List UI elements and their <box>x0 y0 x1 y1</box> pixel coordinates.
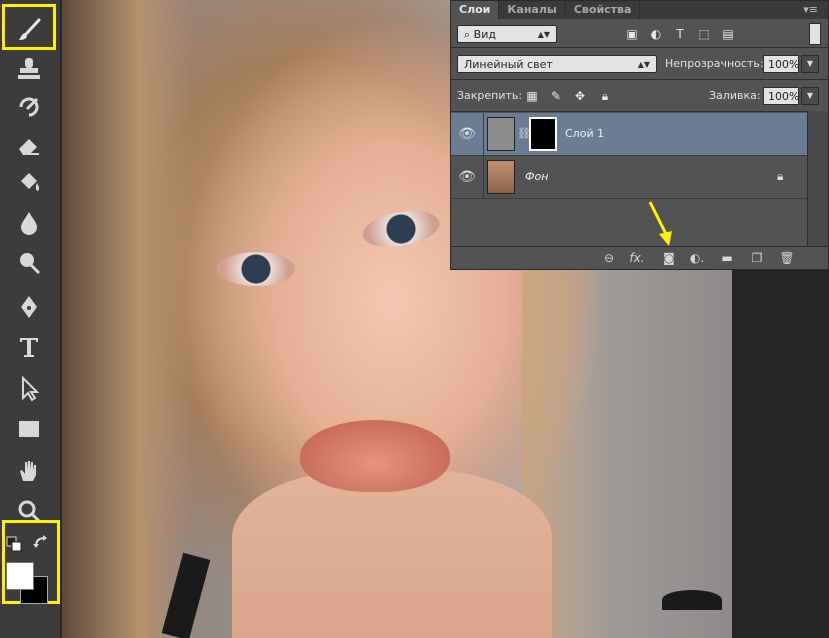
eye-icon[interactable]: 👁︎ <box>451 113 484 155</box>
tools-panel <box>0 0 62 638</box>
opacity-dropdown[interactable]: ▼ <box>801 55 819 73</box>
path-select-icon[interactable] <box>8 372 50 406</box>
swap-colors-icon[interactable] <box>32 534 50 552</box>
layers-footer: ⊖ fx. ◙ ◐. ▬ ❐ 🗑︎ <box>451 246 828 269</box>
search-icon: ⌕ <box>464 28 474 41</box>
panel-tabs: Слои Каналы Свойства ▾≡ <box>451 1 828 19</box>
trash-icon[interactable]: 🗑︎ <box>777 249 797 267</box>
blur-icon[interactable] <box>8 206 50 240</box>
layer-thumbnail <box>487 160 515 194</box>
filter-smart-object-icon[interactable]: ▤ <box>719 25 737 43</box>
lock-transparency-icon[interactable]: ▦ <box>523 87 541 105</box>
lock-icon: 🔒︎ <box>777 169 784 183</box>
filter-adjustment-icon[interactable]: ◐ <box>647 25 665 43</box>
layer-name[interactable]: Фон <box>525 156 548 198</box>
fill-label: Заливка: <box>709 89 761 102</box>
filter-type-icon[interactable]: T <box>671 25 689 43</box>
blend-mode-value: Линейный свет <box>464 58 553 71</box>
eraser-icon[interactable] <box>8 128 50 162</box>
photo-eye-left <box>217 252 295 286</box>
scrollbar[interactable] <box>807 111 828 249</box>
lock-position-icon[interactable]: ✥ <box>571 87 589 105</box>
lock-pixels-icon[interactable]: ✎ <box>547 87 565 105</box>
dodge-icon[interactable] <box>8 246 50 280</box>
type-icon[interactable] <box>8 330 50 364</box>
lock-label: Закрепить: <box>457 89 523 102</box>
link-icon[interactable]: ⊖ <box>599 249 619 267</box>
photo-strap-right <box>662 590 722 610</box>
photo-eye-right <box>359 205 443 253</box>
blend-mode-select[interactable]: Линейный свет ▲▼ <box>457 55 657 73</box>
layers-panel: Слои Каналы Свойства ▾≡ ⌕ Вид ▲▼ ▣ ◐ T ⬚… <box>450 0 829 270</box>
panel-menu-icon[interactable]: ▾≡ <box>803 3 818 16</box>
layer-thumbnail <box>487 117 515 151</box>
add-mask-icon[interactable]: ◙ <box>659 249 679 267</box>
workspace-background <box>732 270 829 638</box>
annotation-arrow-icon <box>648 201 672 246</box>
foreground-color-swatch[interactable] <box>6 562 34 590</box>
filter-toggle[interactable] <box>809 23 821 45</box>
opacity-input[interactable]: 100% <box>763 55 799 73</box>
layer-filter-value: Вид <box>473 28 496 41</box>
updown-icon: ▲▼ <box>537 30 550 39</box>
clone-stamp-icon[interactable] <box>8 52 50 86</box>
layer-row-layer1[interactable]: 👁︎ ⛓︎ Слой 1 <box>451 113 809 156</box>
layer-mask-thumbnail[interactable] <box>529 117 557 151</box>
paint-bucket-icon[interactable] <box>8 166 50 200</box>
fill-input[interactable]: 100% <box>763 87 799 105</box>
fill-dropdown[interactable]: ▼ <box>801 87 819 105</box>
divider <box>451 47 828 48</box>
tab-layers[interactable]: Слои <box>451 1 500 19</box>
layer-name[interactable]: Слой 1 <box>565 113 604 155</box>
opacity-label: Непрозрачность: <box>665 57 764 70</box>
layer-filter-select[interactable]: ⌕ Вид ▲▼ <box>457 25 557 43</box>
adjustment-layer-icon[interactable]: ◐. <box>687 249 707 267</box>
photo-lips <box>300 420 450 492</box>
active-tool-highlight <box>2 4 56 50</box>
tab-properties[interactable]: Свойства <box>566 1 641 19</box>
layer-row-background[interactable]: 👁︎ Фон 🔒︎ <box>451 156 809 199</box>
rectangle-icon[interactable] <box>8 412 50 446</box>
folder-icon[interactable]: ▬ <box>717 249 737 267</box>
photo-neck <box>232 470 552 638</box>
filter-pixel-icon[interactable]: ▣ <box>623 25 641 43</box>
divider <box>451 111 828 112</box>
default-colors-icon[interactable] <box>6 536 22 552</box>
updown-icon: ▲▼ <box>637 60 650 69</box>
pen-icon[interactable] <box>8 290 50 324</box>
photo-hair-left <box>62 0 192 638</box>
history-brush-icon[interactable] <box>8 90 50 124</box>
filter-shape-icon[interactable]: ⬚ <box>695 25 713 43</box>
hand-icon[interactable] <box>8 454 50 488</box>
tab-channels[interactable]: Каналы <box>499 1 566 19</box>
new-layer-icon[interactable]: ❐ <box>747 249 767 267</box>
eye-icon[interactable]: 👁︎ <box>451 156 484 198</box>
lock-all-icon[interactable]: 🔒︎ <box>596 87 614 105</box>
divider <box>451 79 828 80</box>
fx-icon[interactable]: fx. <box>627 249 647 267</box>
